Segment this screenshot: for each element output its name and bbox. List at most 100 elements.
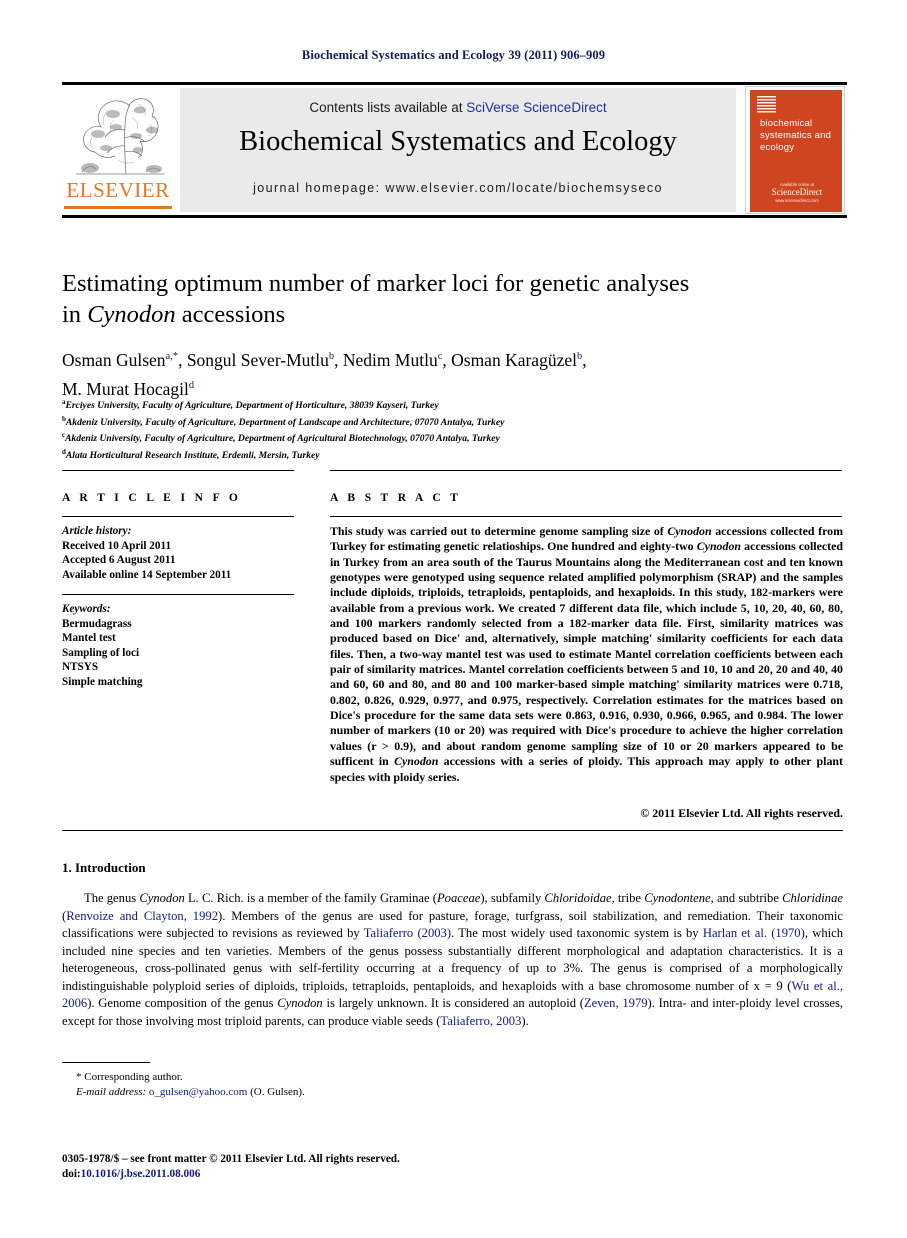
- issn-copyright-line: 0305-1978/$ – see front matter © 2011 El…: [62, 1153, 400, 1165]
- keyword-item: NTSYS: [62, 661, 99, 674]
- doi-line: doi:10.1016/j.bse.2011.08.006: [62, 1167, 582, 1182]
- contents-prefix: Contents lists available at: [309, 100, 467, 115]
- doi-link[interactable]: 10.1016/j.bse.2011.08.006: [81, 1168, 201, 1180]
- elsevier-wordmark: ELSEVIER: [66, 178, 170, 202]
- abstract-rule: [330, 516, 842, 517]
- intro-taxon: Cynodontene: [644, 891, 711, 905]
- affiliation-text: Akdeniz University, Faculty of Agricultu…: [65, 416, 505, 428]
- title-genus: Cynodon: [87, 301, 176, 328]
- citation-link[interactable]: Taliaferro (2003): [364, 926, 451, 940]
- affiliation-item: bAkdeniz University, Faculty of Agricult…: [62, 413, 842, 430]
- author-marks: a,*: [165, 351, 179, 362]
- email-owner: (O. Gulsen).: [247, 1086, 305, 1098]
- elsevier-tree-mark-icon: [757, 96, 776, 113]
- page-title: Estimating optimum number of marker loci…: [62, 268, 822, 330]
- intro-part: . The most widely used taxonomic system …: [451, 926, 703, 941]
- keyword-item: Simple matching: [62, 675, 143, 688]
- intro-part: ), subfamily: [480, 891, 545, 905]
- corresponding-author-note: * Corresponding author.: [76, 1071, 183, 1083]
- masthead-panel: Contents lists available at SciVerse Sci…: [180, 88, 736, 212]
- article-page: Biochemical Systematics and Ecology 39 (…: [0, 0, 907, 1238]
- abstract-copyright: © 2011 Elsevier Ltd. All rights reserved…: [640, 806, 843, 820]
- intro-part: , tribe: [611, 891, 645, 905]
- abstract-genus: Cynodon: [667, 524, 712, 538]
- author-marks: b: [576, 351, 583, 362]
- masthead-top-rule: [62, 82, 847, 85]
- history-item: Received 10 April 2011: [62, 539, 172, 552]
- intro-taxon: Chloridoidae: [544, 891, 612, 905]
- cover-artwork: biochemical systematics and ecology Avai…: [750, 90, 842, 212]
- section-heading-introduction: 1. Introduction: [62, 860, 146, 875]
- abstract-part: This study was carried out to determine …: [330, 524, 668, 538]
- elsevier-logo: ELSEVIER: [62, 90, 174, 212]
- elsevier-underline: [64, 206, 172, 209]
- cover-title-text: biochemical systematics and ecology: [760, 118, 832, 153]
- abstract-text: This study was carried out to determine …: [330, 524, 843, 785]
- affiliation-text: Erciyes University, Faculty of Agricultu…: [65, 400, 439, 412]
- abstract-part: accessions collected in Turkey from an a…: [330, 539, 843, 769]
- title-line-2-suffix: accessions: [175, 301, 286, 328]
- article-info-heading: A R T I C L E I N F O: [62, 492, 242, 504]
- footnote-block: * Corresponding author. E-mail address: …: [62, 1070, 482, 1100]
- intro-taxon: Chloridinae: [782, 891, 843, 905]
- citation-link[interactable]: Taliaferro, 2003: [440, 1014, 521, 1028]
- affiliation-item: cAkdeniz University, Faculty of Agricult…: [62, 429, 842, 446]
- citation-link[interactable]: Zeven, 1979: [584, 996, 648, 1010]
- intro-genus: Cynodon: [277, 996, 323, 1011]
- running-head: Biochemical Systematics and Ecology 39 (…: [301, 48, 606, 62]
- intro-part: ). Genome composition of the genus: [87, 996, 278, 1011]
- elsevier-tree-icon: [68, 90, 168, 178]
- affiliation-list: aErciyes University, Faculty of Agricult…: [62, 396, 842, 462]
- intro-taxon: Poaceae: [436, 891, 481, 905]
- title-line-1: Estimating optimum number of marker loci…: [62, 270, 690, 297]
- intro-part: L. C. Rich. is a member of the family Gr…: [184, 891, 437, 905]
- author-name: Songul Sever-Mutlu: [186, 349, 329, 370]
- abstract-heading: A B S T R A C T: [330, 492, 462, 504]
- affiliation-item: dAlata Horticultural Research Institute,…: [62, 446, 842, 463]
- journal-masthead: ELSEVIER Contents lists available at Sci…: [62, 82, 847, 218]
- keywords-label: Keywords:: [62, 603, 111, 615]
- journal-title: Biochemical Systematics and Ecology: [239, 126, 677, 157]
- keyword-item: Mantel test: [62, 632, 116, 645]
- elsevier-tree-svg: [76, 98, 164, 175]
- email-label: E-mail address:: [76, 1086, 147, 1098]
- abstract-genus: Cynodon: [394, 754, 439, 769]
- article-info-rule: [62, 516, 294, 517]
- author-marks: b: [328, 351, 335, 362]
- article-history: Article history: Received 10 April 2011 …: [62, 524, 302, 582]
- introduction-paragraph: The genus Cynodon L. C. Rich. is a membe…: [62, 890, 843, 1030]
- doi-label: doi:: [62, 1168, 81, 1180]
- footnote-rule: [62, 1062, 150, 1063]
- imprint-block: 0305-1978/$ – see front matter © 2011 El…: [62, 1152, 582, 1182]
- intro-part: is largely unknown. It is considered an …: [322, 996, 584, 1011]
- affiliation-text: Akdeniz University, Faculty of Agricultu…: [65, 433, 500, 445]
- author-marks: d: [188, 379, 195, 391]
- article-history-label: Article history:: [62, 525, 132, 537]
- author-name: Osman Karagüzel: [451, 349, 577, 370]
- intro-part: The genus: [84, 891, 140, 905]
- abstract-top-rule: [330, 470, 842, 471]
- keywords-top-rule: [62, 594, 294, 595]
- journal-homepage-link[interactable]: journal homepage: www.elsevier.com/locat…: [180, 181, 736, 195]
- cover-footer-bottom: www.sciencedirect.com: [775, 198, 819, 203]
- sciencedirect-link[interactable]: SciVerse ScienceDirect: [466, 100, 606, 115]
- abstract-bottom-rule: [62, 830, 843, 831]
- article-info-top-rule: [62, 470, 294, 471]
- intro-part: ).: [521, 1013, 529, 1028]
- keywords-block: Keywords: Bermudagrass Mantel test Sampl…: [62, 602, 302, 690]
- intro-part: , and subtribe: [710, 891, 783, 905]
- affiliation-item: aErciyes University, Faculty of Agricult…: [62, 396, 842, 413]
- citation-link[interactable]: Renvoize and Clayton, 1992: [66, 909, 218, 923]
- author-marks: c: [437, 351, 443, 362]
- history-item: Available online 14 September 2011: [62, 568, 232, 581]
- email-link[interactable]: o_gulsen@yahoo.com: [149, 1086, 247, 1098]
- keyword-item: Bermudagrass: [62, 617, 132, 630]
- intro-genus: Cynodon: [139, 891, 185, 905]
- keyword-item: Sampling of loci: [62, 646, 140, 659]
- history-item: Accepted 6 August 2011: [62, 554, 176, 567]
- author-list: Osman Gulsena,*, Songul Sever-Mutlub, Ne…: [62, 349, 587, 399]
- abstract-genus: Cynodon: [696, 539, 742, 554]
- journal-cover-thumbnail: biochemical systematics and ecology Avai…: [745, 86, 845, 214]
- citation-link[interactable]: Harlan et al. (1970): [703, 926, 805, 940]
- affiliation-text: Alata Horticultural Research Institute, …: [65, 449, 320, 461]
